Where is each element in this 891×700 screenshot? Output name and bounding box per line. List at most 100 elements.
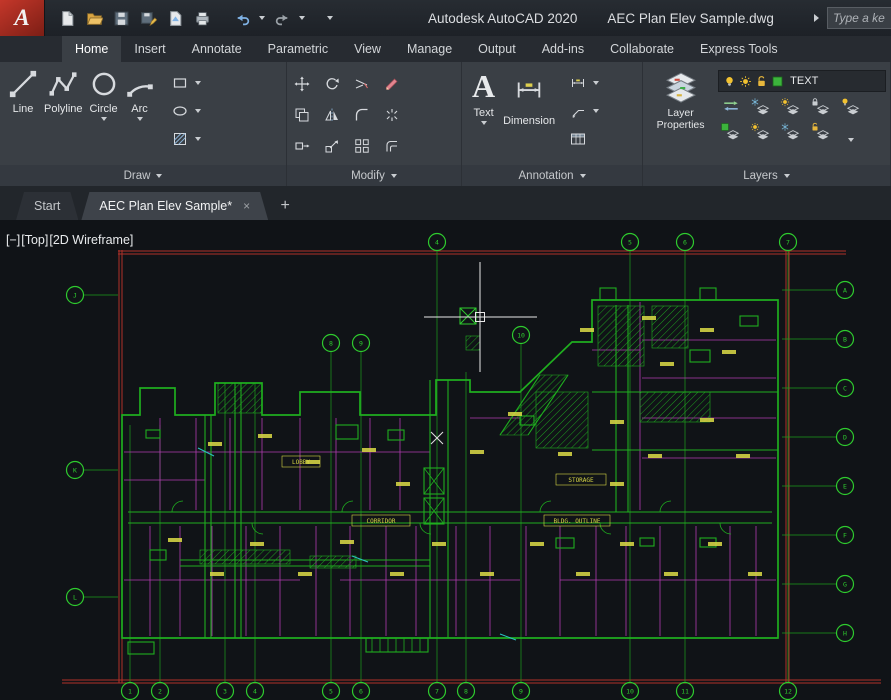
- selection-target: [459, 307, 477, 325]
- layer-dropdown[interactable]: TEXT: [718, 70, 886, 92]
- svg-text:G: G: [843, 580, 847, 588]
- svg-text:A: A: [843, 286, 847, 294]
- layer-properties-button[interactable]: Layer Properties: [649, 66, 712, 142]
- search-flyout-arrow-icon[interactable]: [814, 14, 819, 22]
- svg-text:10: 10: [626, 687, 634, 695]
- line-tool-button[interactable]: Line: [8, 62, 38, 165]
- tab-collaborate[interactable]: Collaborate: [597, 36, 687, 62]
- layer-freeze-button[interactable]: [750, 97, 772, 117]
- model-space[interactable]: [−] [Top] [2D Wireframe] LOBBY CORRIDOR ST…: [0, 220, 891, 700]
- viewport-visual-style-control[interactable]: [2D Wireframe]: [49, 233, 133, 247]
- linear-dimension-button[interactable]: [567, 72, 589, 94]
- layer-unisolate-button[interactable]: [780, 122, 802, 142]
- drawing-canvas[interactable]: LOBBY CORRIDOR STORAGE BLDG. OUTLINE 4 5 6 7 8 9 1…: [0, 220, 891, 700]
- tab-express-tools[interactable]: Express Tools: [687, 36, 791, 62]
- svg-text:12: 12: [784, 687, 792, 695]
- undo-dropdown-caret[interactable]: [257, 6, 267, 30]
- layer-tools-menu[interactable]: [840, 122, 862, 142]
- layer-lock-button[interactable]: [810, 97, 832, 117]
- modify-panel: Modify: [287, 62, 462, 186]
- autocad-logo[interactable]: A: [0, 0, 45, 36]
- scale-button[interactable]: [321, 135, 343, 157]
- layers-panel-label[interactable]: Layers: [643, 165, 890, 186]
- ellipse-tool-button[interactable]: [169, 100, 191, 122]
- crosshair-cursor: [424, 262, 537, 372]
- trim-button[interactable]: [351, 73, 373, 95]
- chevron-down-icon: [390, 173, 397, 178]
- redo-button[interactable]: [270, 6, 294, 30]
- layer-off-button[interactable]: [840, 97, 862, 117]
- move-button[interactable]: [291, 73, 313, 95]
- draw-panel-label[interactable]: Draw: [0, 165, 286, 186]
- viewport-view-control[interactable]: [Top]: [21, 233, 48, 247]
- tab-annotate[interactable]: Annotate: [179, 36, 255, 62]
- save-button[interactable]: [109, 6, 133, 30]
- document-name: AEC Plan Elev Sample.dwg: [607, 10, 774, 26]
- chevron-down-icon[interactable]: [593, 109, 600, 113]
- layers-panel: Layer Properties TEXT Layers: [643, 62, 891, 186]
- structural-grid-red: [62, 250, 881, 684]
- layer-match-button[interactable]: [720, 97, 742, 117]
- file-tab-start[interactable]: Start: [16, 192, 78, 220]
- chevron-down-icon[interactable]: [194, 81, 201, 85]
- svg-text:D: D: [843, 433, 847, 441]
- erase-button[interactable]: [381, 73, 403, 95]
- viewport-minimize-control[interactable]: [−]: [6, 233, 20, 247]
- fillet-button[interactable]: [351, 104, 373, 126]
- undo-button[interactable]: [230, 6, 254, 30]
- layer-unlock-button[interactable]: [810, 122, 832, 142]
- new-drawing-tab-button[interactable]: +: [271, 192, 299, 220]
- arc-tool-button[interactable]: Arc: [125, 62, 155, 165]
- rotate-button[interactable]: [321, 73, 343, 95]
- redo-dropdown-caret[interactable]: [297, 6, 307, 30]
- svg-text:4: 4: [253, 687, 257, 695]
- close-icon[interactable]: ×: [243, 199, 250, 213]
- offset-button[interactable]: [381, 135, 403, 157]
- svg-text:8: 8: [329, 339, 333, 347]
- save-as-button[interactable]: [136, 6, 160, 30]
- chevron-down-icon[interactable]: [194, 109, 201, 113]
- mirror-button[interactable]: [321, 104, 343, 126]
- annotation-panel-label[interactable]: Annotation: [462, 165, 642, 186]
- product-name: Autodesk AutoCAD 2020: [428, 10, 578, 26]
- dimension-tool-button[interactable]: Dimension: [503, 62, 555, 165]
- array-button[interactable]: [351, 135, 373, 157]
- open-button[interactable]: [82, 6, 106, 30]
- tab-add-ins[interactable]: Add-ins: [529, 36, 597, 62]
- explode-button[interactable]: [381, 104, 403, 126]
- table-button[interactable]: [567, 128, 589, 150]
- svg-text:9: 9: [519, 687, 523, 695]
- search-input[interactable]: [827, 7, 891, 29]
- plot-button[interactable]: [190, 6, 214, 30]
- tab-home[interactable]: Home: [62, 36, 122, 62]
- hatch-tool-button[interactable]: [169, 128, 191, 150]
- svg-text:STORAGE: STORAGE: [568, 477, 594, 484]
- file-tab-document[interactable]: AEC Plan Elev Sample* ×: [81, 192, 268, 220]
- multileader-button[interactable]: [567, 100, 589, 122]
- copy-button[interactable]: [291, 104, 313, 126]
- polyline-tool-button[interactable]: Polyline: [44, 62, 83, 165]
- stretch-button[interactable]: [291, 135, 313, 157]
- tab-output[interactable]: Output: [465, 36, 529, 62]
- layer-isolate-button[interactable]: [750, 122, 772, 142]
- layer-thaw-button[interactable]: [780, 97, 802, 117]
- ribbon: Line Polyline Circle Arc Draw Modify A T…: [0, 62, 891, 186]
- svg-text:5: 5: [329, 687, 333, 695]
- qat-customize-button[interactable]: [323, 6, 337, 30]
- modify-panel-label[interactable]: Modify: [287, 165, 461, 186]
- chevron-down-icon[interactable]: [194, 137, 201, 141]
- new-file-button[interactable]: [55, 6, 79, 30]
- circle-tool-button[interactable]: Circle: [89, 62, 119, 165]
- chevron-down-icon: [848, 138, 855, 142]
- chevron-down-icon[interactable]: [593, 81, 600, 85]
- layer-make-current-button[interactable]: [720, 122, 742, 142]
- tab-parametric[interactable]: Parametric: [255, 36, 341, 62]
- tab-manage[interactable]: Manage: [394, 36, 465, 62]
- text-tool-button[interactable]: A Text: [472, 62, 495, 165]
- publish-button[interactable]: [163, 6, 187, 30]
- rectangle-tool-button[interactable]: [169, 72, 191, 94]
- tab-insert[interactable]: Insert: [121, 36, 178, 62]
- svg-text:10: 10: [517, 331, 525, 339]
- svg-text:L: L: [73, 593, 77, 601]
- tab-view[interactable]: View: [341, 36, 394, 62]
